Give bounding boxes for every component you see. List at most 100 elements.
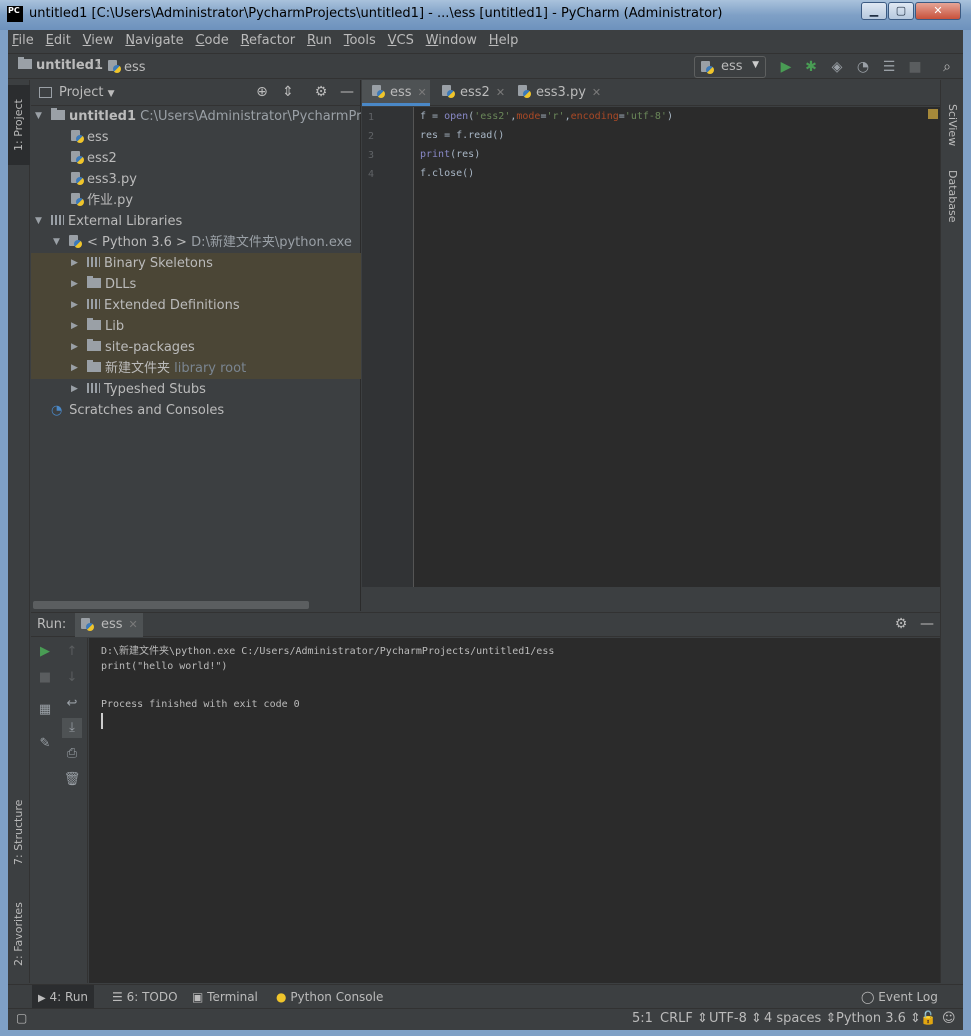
concurrency-icon[interactable]: ☰	[881, 59, 897, 75]
python-file-icon	[701, 61, 714, 74]
tree-item-interpreter[interactable]: ▼ < Python 3.6 > D:\新建文件夹\python.exe	[31, 232, 361, 253]
menu-window[interactable]: Window	[422, 30, 481, 52]
chevron-right-icon: ▶	[71, 342, 78, 352]
caret-position[interactable]: 5:1	[632, 1011, 653, 1026]
menu-file[interactable]: File	[8, 30, 38, 52]
tool-tab-database[interactable]: Database	[941, 170, 963, 250]
stop-icon[interactable]: ■	[907, 59, 923, 75]
python-file-icon	[81, 618, 94, 631]
tool-tab-python-console[interactable]: ● Python Console	[276, 985, 383, 1009]
project-view-icon	[39, 87, 52, 98]
notifications-icon[interactable]: ☺	[942, 1011, 956, 1026]
arrow-down-icon[interactable]: ↓	[62, 668, 82, 688]
run-icon[interactable]: ▶	[778, 59, 794, 75]
toggle-tool-windows-icon[interactable]: ▢	[16, 1011, 27, 1025]
breadcrumb-separator: ›	[96, 58, 102, 73]
pin-icon[interactable]: ✎	[35, 734, 55, 754]
tool-tab-python-console-label: Python Console	[290, 990, 384, 1004]
menu-run[interactable]: Run	[303, 30, 336, 52]
menu-vcs[interactable]: VCS	[384, 30, 418, 52]
tool-tab-terminal[interactable]: ▣ Terminal	[192, 985, 258, 1009]
search-icon[interactable]: ⌕	[939, 59, 955, 75]
tool-tab-sciview[interactable]: SciView	[941, 104, 963, 164]
menu-navigate[interactable]: Navigate	[121, 30, 187, 52]
close-icon[interactable]: ✕	[418, 86, 427, 99]
maximize-button[interactable]: ▢	[888, 2, 914, 20]
tree-item-external-libraries[interactable]: ▼ External Libraries	[31, 211, 361, 232]
collapse-all-icon[interactable]: ⇕	[280, 84, 296, 100]
scroll-to-end-icon[interactable]: ⤓	[62, 718, 82, 738]
tree-item-file[interactable]: ess3.py	[31, 169, 361, 190]
close-icon[interactable]: ✕	[129, 618, 138, 631]
soft-wrap-icon[interactable]: ↩	[62, 694, 82, 714]
inspection-status-icon[interactable]	[928, 109, 938, 119]
rerun-icon[interactable]: ▶	[35, 642, 55, 662]
line-separator[interactable]: CRLF ⇕	[660, 1011, 708, 1026]
left-tool-strip: 1: Project 7: Structure 2: Favorites	[8, 80, 30, 983]
breadcrumb-project[interactable]: untitled1	[18, 57, 103, 73]
code-editor[interactable]: 1 2 3 4 f = open('ess2',mode='r',encodin…	[362, 107, 940, 611]
tool-tab-project[interactable]: 1: Project	[8, 85, 30, 165]
status-bar: ▢ 5:1 CRLF ⇕ UTF-8 ⇕ 4 spaces ⇕ Python 3…	[8, 1008, 963, 1030]
tree-item-library[interactable]: ▶ DLLs	[31, 274, 361, 295]
tab-ess[interactable]: ess ✕	[362, 80, 430, 106]
lock-icon[interactable]: 🔓	[920, 1011, 936, 1026]
chevron-down-icon: ▼	[53, 237, 60, 247]
indent-setting[interactable]: 4 spaces ⇕	[764, 1011, 836, 1026]
tab-label: ess	[390, 85, 412, 100]
run-console[interactable]: D:\新建文件夹\python.exe C:/Users/Administrat…	[89, 638, 940, 983]
tree-item-library[interactable]: ▶ 新建文件夹 library root	[31, 358, 361, 379]
close-button[interactable]: ✕	[915, 2, 961, 20]
folder-icon	[18, 57, 32, 69]
horizontal-scrollbar[interactable]	[33, 601, 309, 609]
tree-item-file[interactable]: ess2	[31, 148, 361, 169]
layout-icon[interactable]: ▦	[35, 700, 55, 720]
menu-tools[interactable]: Tools	[340, 30, 380, 52]
gear-icon[interactable]: ⚙	[893, 616, 909, 632]
menu-refactor[interactable]: Refactor	[237, 30, 300, 52]
tree-item-typeshed[interactable]: ▶ Typeshed Stubs	[31, 379, 361, 400]
hide-icon[interactable]: —	[919, 616, 935, 632]
tree-item-root[interactable]: ▼ untitled1 C:\Users\Administrator\Pycha…	[31, 106, 361, 127]
gear-icon[interactable]: ⚙	[313, 84, 329, 100]
project-view-select[interactable]: Project ▼	[59, 85, 115, 100]
tree-item-library[interactable]: ▶ Lib	[31, 316, 361, 337]
profile-icon[interactable]: ◔	[855, 59, 871, 75]
close-icon[interactable]: ✕	[496, 86, 505, 99]
close-icon[interactable]: ✕	[592, 86, 601, 99]
tool-tab-run[interactable]: ▶ 4: Run	[32, 985, 95, 1009]
tool-tab-favorites[interactable]: 2: Favorites	[8, 892, 30, 977]
tool-tab-structure[interactable]: 7: Structure	[8, 790, 30, 875]
locate-icon[interactable]: ⊕	[254, 84, 270, 100]
tool-tab-todo[interactable]: ☰ 6: TODO	[112, 985, 178, 1009]
file-encoding[interactable]: UTF-8 ⇕	[709, 1011, 762, 1026]
breadcrumb-file[interactable]: ess	[108, 58, 146, 75]
right-tool-strip: SciView Database	[940, 80, 963, 983]
line-number: 3	[368, 150, 375, 161]
menu-edit[interactable]: Edit	[42, 30, 75, 52]
tree-item-file[interactable]: ess	[31, 127, 361, 148]
run-configuration-select[interactable]: ess ▼	[694, 56, 766, 78]
run-tab-ess[interactable]: ess ✕	[75, 613, 143, 637]
tree-item-file[interactable]: 作业.py	[31, 190, 361, 211]
tree-item-scratches[interactable]: ◔ Scratches and Consoles	[31, 400, 361, 421]
navigation-bar: untitled1 › ess ess ▼ ▶ ✱ ◈ ◔ ☰ ■ ⌕	[8, 53, 963, 79]
interpreter-setting[interactable]: Python 3.6 ⇕	[836, 1011, 921, 1026]
debug-icon[interactable]: ✱	[803, 59, 819, 75]
trash-icon[interactable]: 🗑	[62, 770, 82, 790]
menu-code[interactable]: Code	[191, 30, 232, 52]
tree-item-library[interactable]: ▶ site-packages	[31, 337, 361, 358]
tree-item-library[interactable]: ▶ Binary Skeletons	[31, 253, 361, 274]
print-icon[interactable]: ⎙	[62, 744, 82, 764]
menu-view[interactable]: View	[79, 30, 118, 52]
arrow-up-icon[interactable]: ↑	[62, 642, 82, 662]
tree-item-library[interactable]: ▶ Extended Definitions	[31, 295, 361, 316]
minimize-button[interactable]: ▁	[861, 2, 887, 20]
hide-icon[interactable]: —	[339, 84, 355, 100]
menu-help[interactable]: Help	[485, 30, 523, 52]
tab-ess3[interactable]: ess3.py ✕	[508, 80, 602, 106]
tool-tab-event-log[interactable]: ◯ Event Log	[861, 985, 938, 1009]
tab-ess2[interactable]: ess2 ✕	[432, 80, 508, 106]
stop-icon[interactable]: ■	[35, 668, 55, 688]
coverage-icon[interactable]: ◈	[829, 59, 845, 75]
